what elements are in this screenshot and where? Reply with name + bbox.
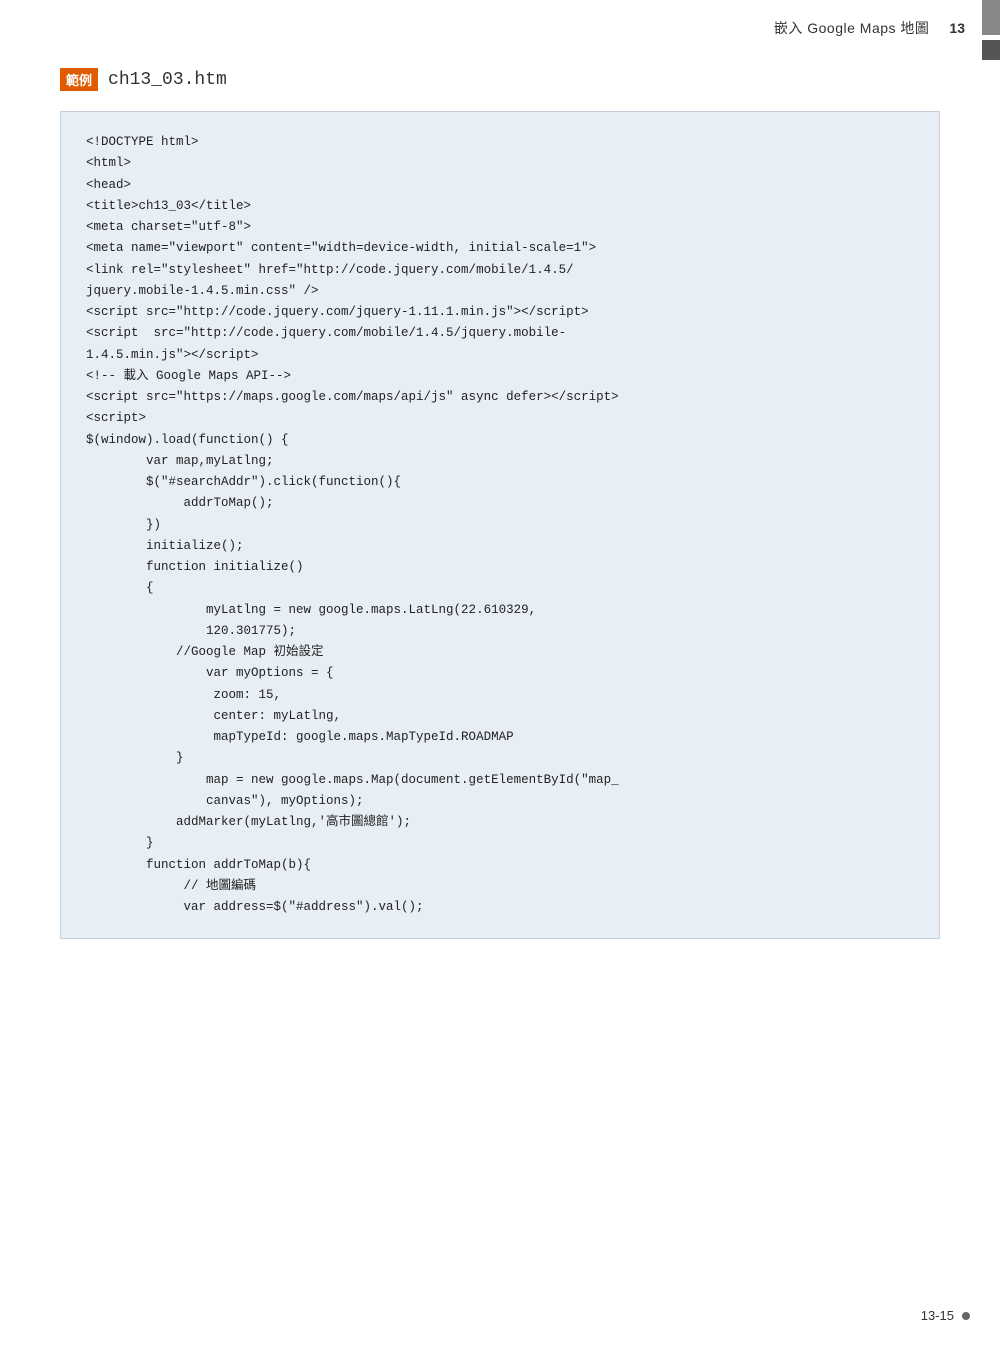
code-line: $(window).load(function() { (86, 430, 914, 451)
code-line: // 地圖編碼 (86, 876, 914, 897)
main-content: 範例 ch13_03.htm <!DOCTYPE html><html><hea… (0, 48, 1000, 954)
code-line: <head> (86, 175, 914, 196)
example-label-row: 範例 ch13_03.htm (60, 68, 227, 91)
code-line: <script src="https://maps.google.com/map… (86, 387, 914, 408)
footer-dot (962, 1312, 970, 1320)
header-title: 嵌入 Google Maps 地圖 (774, 18, 930, 38)
code-line: var map,myLatlng; (86, 451, 914, 472)
corner-decoration (982, 0, 1000, 60)
corner-bar-top (982, 0, 1000, 35)
code-line: <title>ch13_03</title> (86, 196, 914, 217)
example-badge: 範例 (60, 68, 98, 91)
footer-page-number: 13-15 (921, 1308, 954, 1323)
code-line: canvas"), myOptions); (86, 791, 914, 812)
code-line: map = new google.maps.Map(document.getEl… (86, 770, 914, 791)
code-line: 120.301775); (86, 621, 914, 642)
code-line: jquery.mobile-1.4.5.min.css" /> (86, 281, 914, 302)
code-line: <html> (86, 153, 914, 174)
code-line: <meta charset="utf-8"> (86, 217, 914, 238)
code-line: var address=$("#address").val(); (86, 897, 914, 918)
code-line: $("#searchAddr").click(function(){ (86, 472, 914, 493)
code-line: 1.4.5.min.js"></script> (86, 345, 914, 366)
code-line: }) (86, 515, 914, 536)
page-header: 嵌入 Google Maps 地圖 13 (0, 0, 1000, 48)
code-line: <script> (86, 408, 914, 429)
code-line: center: myLatlng, (86, 706, 914, 727)
code-line: initialize(); (86, 536, 914, 557)
code-line: <script src="http://code.jquery.com/mobi… (86, 323, 914, 344)
code-line: zoom: 15, (86, 685, 914, 706)
code-line: myLatlng = new google.maps.LatLng(22.610… (86, 600, 914, 621)
code-line: } (86, 833, 914, 854)
code-line: } (86, 748, 914, 769)
corner-bar-bottom (982, 40, 1000, 60)
code-line: { (86, 578, 914, 599)
page-footer: 13-15 (921, 1308, 970, 1323)
code-line: function addrToMap(b){ (86, 855, 914, 876)
code-line: <link rel="stylesheet" href="http://code… (86, 260, 914, 281)
code-block: <!DOCTYPE html><html><head><title>ch13_0… (60, 111, 940, 939)
code-line: <!-- 載入 Google Maps API--> (86, 366, 914, 387)
page-number: 13 (949, 20, 965, 36)
code-line: <meta name="viewport" content="width=dev… (86, 238, 914, 259)
code-line: addrToMap(); (86, 493, 914, 514)
code-line: function initialize() (86, 557, 914, 578)
code-line: var myOptions = { (86, 663, 914, 684)
code-line: //Google Map 初始設定 (86, 642, 914, 663)
code-line: <!DOCTYPE html> (86, 132, 914, 153)
code-line: mapTypeId: google.maps.MapTypeId.ROADMAP (86, 727, 914, 748)
example-filename: ch13_03.htm (108, 70, 227, 90)
code-line: <script src="http://code.jquery.com/jque… (86, 302, 914, 323)
code-line: addMarker(myLatlng,'高市圖總館'); (86, 812, 914, 833)
